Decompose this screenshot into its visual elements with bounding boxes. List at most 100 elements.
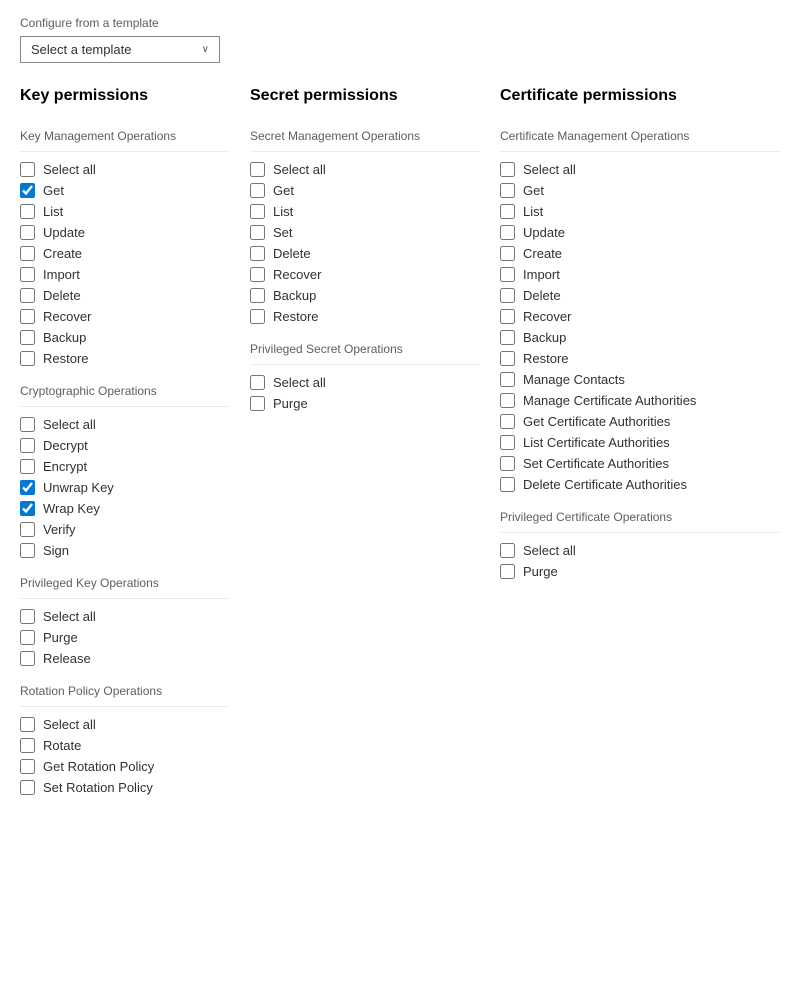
rotation-getpolicy-item: Get Rotation Policy — [20, 759, 230, 774]
priv-cert-purge-checkbox[interactable] — [500, 564, 515, 579]
priv-cert-selectall-item: Select all — [500, 543, 780, 558]
cert-mgmt-managecertauth-checkbox[interactable] — [500, 393, 515, 408]
cert-mgmt-update-checkbox[interactable] — [500, 225, 515, 240]
crypto-unwrapkey-checkbox[interactable] — [20, 480, 35, 495]
priv-key-release-checkbox[interactable] — [20, 651, 35, 666]
cert-mgmt-delete-checkbox[interactable] — [500, 288, 515, 303]
cert-mgmt-deletecertauth-checkbox[interactable] — [500, 477, 515, 492]
priv-cert-selectall-checkbox[interactable] — [500, 543, 515, 558]
crypto-sign-checkbox[interactable] — [20, 543, 35, 558]
secret-mgmt-get-item: Get — [250, 183, 480, 198]
key-mgmt-recover-checkbox[interactable] — [20, 309, 35, 324]
crypto-verify-checkbox[interactable] — [20, 522, 35, 537]
rotation-setpolicy-checkbox[interactable] — [20, 780, 35, 795]
rotation-setpolicy-label: Set Rotation Policy — [43, 780, 153, 795]
key-mgmt-create-checkbox[interactable] — [20, 246, 35, 261]
rotation-policy-section: Rotation Policy Operations Select all Ro… — [20, 684, 230, 795]
cert-mgmt-getcertauth-label: Get Certificate Authorities — [523, 414, 670, 429]
key-mgmt-delete-label: Delete — [43, 288, 81, 303]
certificate-permissions-header: Certificate permissions — [500, 87, 780, 109]
cert-mgmt-restore-checkbox[interactable] — [500, 351, 515, 366]
crypto-sign-label: Sign — [43, 543, 69, 558]
key-mgmt-restore-checkbox[interactable] — [20, 351, 35, 366]
key-mgmt-list-checkbox[interactable] — [20, 204, 35, 219]
cert-mgmt-restore-label: Restore — [523, 351, 569, 366]
priv-secret-purge-label: Purge — [273, 396, 308, 411]
secret-mgmt-selectall-checkbox[interactable] — [250, 162, 265, 177]
template-select[interactable]: Select a template ∨ — [20, 36, 220, 63]
key-mgmt-get-item: Get — [20, 183, 230, 198]
cert-mgmt-list-checkbox[interactable] — [500, 204, 515, 219]
cert-mgmt-list-item: List — [500, 204, 780, 219]
crypto-wrapkey-label: Wrap Key — [43, 501, 100, 516]
crypto-selectall-item: Select all — [20, 417, 230, 432]
priv-secret-selectall-checkbox[interactable] — [250, 375, 265, 390]
cert-mgmt-getcertauth-checkbox[interactable] — [500, 414, 515, 429]
priv-key-purge-checkbox[interactable] — [20, 630, 35, 645]
cert-mgmt-selectall-item: Select all — [500, 162, 780, 177]
rotation-selectall-checkbox[interactable] — [20, 717, 35, 732]
secret-mgmt-set-checkbox[interactable] — [250, 225, 265, 240]
key-mgmt-delete-checkbox[interactable] — [20, 288, 35, 303]
secret-mgmt-list-checkbox[interactable] — [250, 204, 265, 219]
secret-mgmt-section: Secret Management Operations Select all … — [250, 129, 480, 324]
key-permissions-column: Key permissions Key Management Operation… — [20, 87, 230, 813]
cert-mgmt-listcertauth-checkbox[interactable] — [500, 435, 515, 450]
crypto-encrypt-checkbox[interactable] — [20, 459, 35, 474]
secret-mgmt-recover-checkbox[interactable] — [250, 267, 265, 282]
cert-mgmt-backup-checkbox[interactable] — [500, 330, 515, 345]
rotation-getpolicy-label: Get Rotation Policy — [43, 759, 154, 774]
secret-mgmt-backup-checkbox[interactable] — [250, 288, 265, 303]
crypto-unwrapkey-item: Unwrap Key — [20, 480, 230, 495]
crypto-decrypt-checkbox[interactable] — [20, 438, 35, 453]
cert-mgmt-recover-checkbox[interactable] — [500, 309, 515, 324]
cert-mgmt-managecertauth-item: Manage Certificate Authorities — [500, 393, 780, 408]
cert-mgmt-title: Certificate Management Operations — [500, 129, 780, 143]
priv-cert-ops-title: Privileged Certificate Operations — [500, 510, 780, 524]
crypto-unwrapkey-label: Unwrap Key — [43, 480, 114, 495]
key-mgmt-selectall-checkbox[interactable] — [20, 162, 35, 177]
secret-mgmt-get-label: Get — [273, 183, 294, 198]
key-mgmt-get-checkbox[interactable] — [20, 183, 35, 198]
crypto-wrapkey-checkbox[interactable] — [20, 501, 35, 516]
priv-cert-selectall-label: Select all — [523, 543, 576, 558]
key-mgmt-restore-item: Restore — [20, 351, 230, 366]
cert-mgmt-listcertauth-label: List Certificate Authorities — [523, 435, 670, 450]
secret-mgmt-restore-checkbox[interactable] — [250, 309, 265, 324]
priv-key-selectall-item: Select all — [20, 609, 230, 624]
crypto-verify-label: Verify — [43, 522, 76, 537]
cert-mgmt-setcertauth-item: Set Certificate Authorities — [500, 456, 780, 471]
priv-key-purge-item: Purge — [20, 630, 230, 645]
cert-mgmt-get-checkbox[interactable] — [500, 183, 515, 198]
cert-mgmt-getcertauth-item: Get Certificate Authorities — [500, 414, 780, 429]
crypto-selectall-checkbox[interactable] — [20, 417, 35, 432]
key-permissions-header: Key permissions — [20, 87, 230, 109]
secret-mgmt-title: Secret Management Operations — [250, 129, 480, 143]
rotation-rotate-item: Rotate — [20, 738, 230, 753]
cert-mgmt-import-checkbox[interactable] — [500, 267, 515, 282]
key-mgmt-recover-label: Recover — [43, 309, 91, 324]
cert-mgmt-list-label: List — [523, 204, 543, 219]
key-mgmt-recover-item: Recover — [20, 309, 230, 324]
cert-mgmt-managecontacts-checkbox[interactable] — [500, 372, 515, 387]
secret-mgmt-set-item: Set — [250, 225, 480, 240]
cert-mgmt-selectall-checkbox[interactable] — [500, 162, 515, 177]
cert-mgmt-restore-item: Restore — [500, 351, 780, 366]
secret-permissions-column: Secret permissions Secret Management Ope… — [250, 87, 480, 429]
secret-mgmt-get-checkbox[interactable] — [250, 183, 265, 198]
rotation-rotate-checkbox[interactable] — [20, 738, 35, 753]
cert-mgmt-setcertauth-checkbox[interactable] — [500, 456, 515, 471]
secret-mgmt-delete-checkbox[interactable] — [250, 246, 265, 261]
key-mgmt-import-checkbox[interactable] — [20, 267, 35, 282]
priv-key-release-label: Release — [43, 651, 91, 666]
rotation-getpolicy-checkbox[interactable] — [20, 759, 35, 774]
key-mgmt-list-item: List — [20, 204, 230, 219]
priv-key-purge-label: Purge — [43, 630, 78, 645]
secret-mgmt-restore-label: Restore — [273, 309, 319, 324]
key-mgmt-backup-checkbox[interactable] — [20, 330, 35, 345]
cert-mgmt-create-checkbox[interactable] — [500, 246, 515, 261]
key-mgmt-update-checkbox[interactable] — [20, 225, 35, 240]
priv-secret-purge-checkbox[interactable] — [250, 396, 265, 411]
priv-key-selectall-checkbox[interactable] — [20, 609, 35, 624]
key-mgmt-backup-item: Backup — [20, 330, 230, 345]
